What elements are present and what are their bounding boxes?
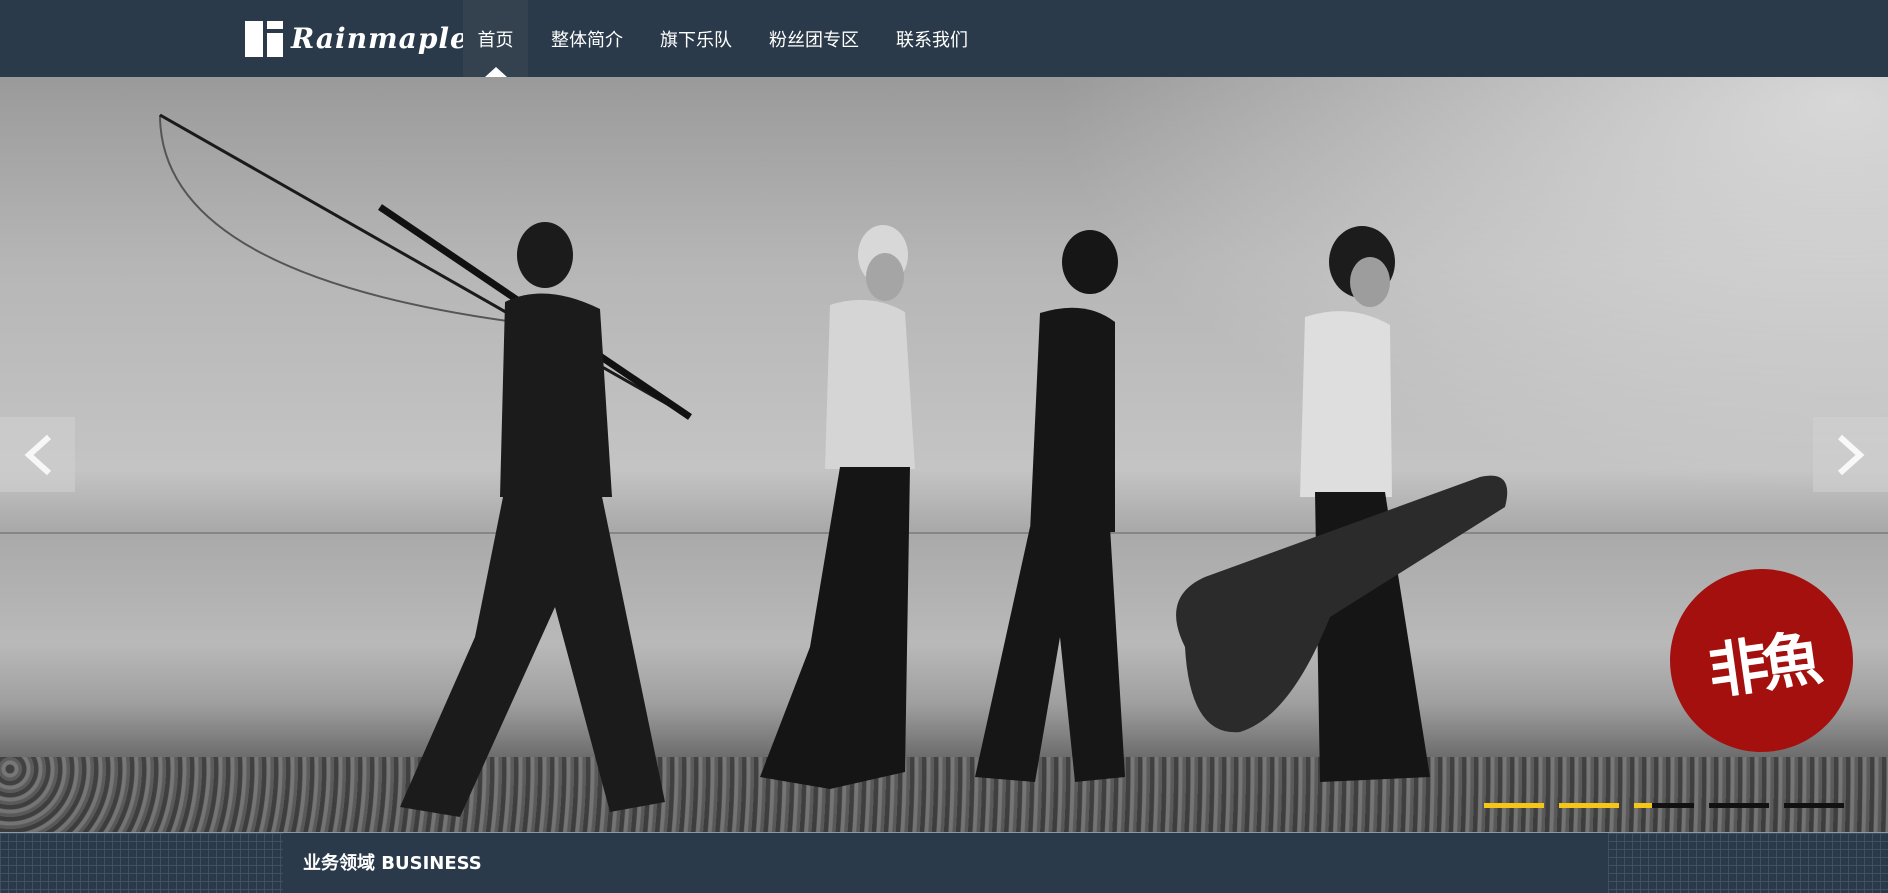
slider-pagination: [1484, 803, 1844, 808]
slider-dot-progress: [1559, 803, 1619, 808]
band-member-3: [975, 230, 1125, 782]
logo-text: Rainmaple: [291, 21, 469, 55]
slider-dot-progress: [1634, 803, 1652, 808]
section-title: 业务领域 BUSINESS: [303, 853, 482, 874]
slider-dot-progress: [1484, 803, 1544, 808]
slider-dot-2[interactable]: [1559, 803, 1619, 808]
logo-mark-icon: [245, 19, 283, 57]
nav-item-home[interactable]: 首页: [463, 0, 528, 77]
chevron-right-icon: [1837, 434, 1864, 475]
hero-slider: 非魚: [0, 77, 1888, 832]
slider-next-button[interactable]: [1813, 417, 1888, 492]
band-member-4: [1176, 226, 1508, 782]
site-logo[interactable]: Rainmaple: [245, 18, 469, 58]
nav-item-about[interactable]: 整体简介: [537, 0, 637, 77]
nav-item-bands[interactable]: 旗下乐队: [646, 0, 746, 77]
decorative-grid-right: [1608, 833, 1888, 893]
slider-prev-button[interactable]: [0, 417, 75, 492]
band-photo: [159, 113, 1508, 817]
band-member-2: [760, 225, 915, 789]
nav-item-contact[interactable]: 联系我们: [882, 0, 982, 77]
slider-dot-1[interactable]: [1484, 803, 1544, 808]
slider-dot-3[interactable]: [1634, 803, 1694, 808]
band-member-1: [400, 222, 665, 817]
slider-dot-4[interactable]: [1709, 803, 1769, 808]
nav-item-fans[interactable]: 粉丝团专区: [755, 0, 873, 77]
slider-dot-5[interactable]: [1784, 803, 1844, 808]
decorative-grid-left: [0, 833, 283, 893]
chevron-left-icon: [24, 434, 51, 475]
top-navigation-bar: Rainmaple 首页 整体简介 旗下乐队 粉丝团专区 联系我们: [0, 0, 1888, 77]
main-nav: 首页 整体简介 旗下乐队 粉丝团专区 联系我们: [463, 0, 991, 77]
business-section: 业务领域 BUSINESS: [0, 832, 1888, 893]
